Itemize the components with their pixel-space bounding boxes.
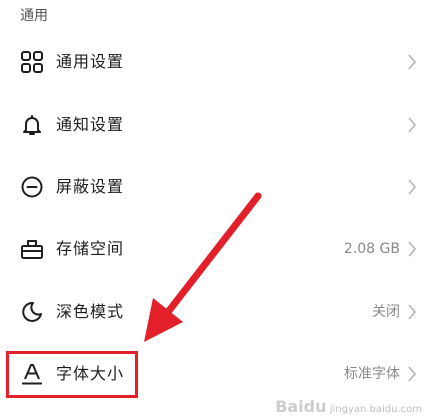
annotation-arrow [144, 192, 262, 342]
watermark-url: jingyan.baidu.com [329, 404, 422, 415]
watermark-brand: Baidu [275, 397, 327, 416]
watermark: Baidu jingyan.baidu.com [275, 397, 422, 416]
